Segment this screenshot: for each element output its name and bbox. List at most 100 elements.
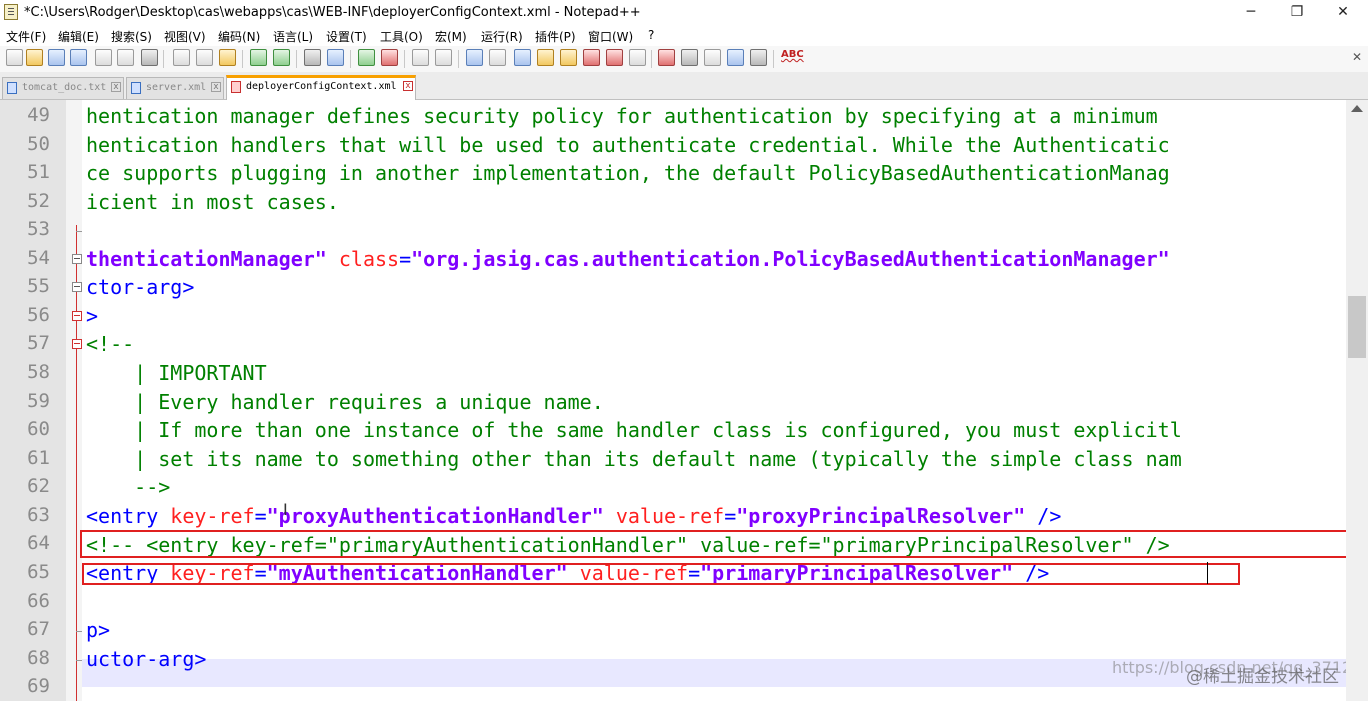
- doc-map-icon[interactable]: [560, 49, 577, 66]
- code-line-52: icient in most cases.: [86, 190, 339, 214]
- code-line-55: ctor-arg>: [86, 275, 195, 299]
- find-icon[interactable]: [304, 49, 321, 66]
- close-file-icon[interactable]: [95, 49, 112, 66]
- equals: =: [254, 504, 267, 528]
- undo-icon[interactable]: [250, 49, 267, 66]
- word-wrap-icon[interactable]: [466, 49, 483, 66]
- menu-encoding[interactable]: 编码(N): [218, 28, 260, 45]
- line-number: 49: [27, 104, 50, 126]
- attr-value: thenticationManager": [86, 247, 327, 271]
- replace-icon[interactable]: [327, 49, 344, 66]
- spell-check-icon[interactable]: ABC: [781, 49, 804, 60]
- function-list-icon[interactable]: [583, 49, 600, 66]
- code-line-61: | set its name to something other than i…: [86, 447, 1182, 471]
- tab-close-icon[interactable]: x: [211, 82, 221, 92]
- menu-edit[interactable]: 编辑(E): [58, 28, 99, 45]
- highlight-box-line-65: [82, 563, 1240, 585]
- run-macro-icon[interactable]: [727, 49, 744, 66]
- tab-server-xml[interactable]: server.xml x: [126, 77, 224, 99]
- line-number: 65: [27, 561, 50, 583]
- title-bar: *C:\Users\Rodger\Desktop\cas\webapps\cas…: [0, 0, 1368, 26]
- tab-label: deployerConfigContext.xml: [246, 81, 397, 92]
- line-number: 59: [27, 390, 50, 412]
- code-line-67: p>: [86, 618, 111, 642]
- toolbar-separator: [163, 50, 164, 68]
- toolbar-separator: [773, 50, 774, 68]
- attr-value: "org.jasig.cas.authentication.PolicyBase…: [411, 247, 1170, 271]
- toolbar-separator: [296, 50, 297, 68]
- line-number: 54: [27, 247, 50, 269]
- sync-vertical-icon[interactable]: [412, 49, 429, 66]
- menu-run[interactable]: 运行(R): [481, 28, 523, 45]
- indent-guide-icon[interactable]: [514, 49, 531, 66]
- tab-deployer-config-context[interactable]: deployerConfigContext.xml x: [226, 75, 416, 100]
- close-all-icon[interactable]: [117, 49, 134, 66]
- maximize-button[interactable]: ❐: [1274, 0, 1320, 26]
- close-window-button[interactable]: ✕: [1320, 0, 1366, 26]
- attr-value: "proxyAuthenticationHandler": [266, 504, 604, 528]
- unsaved-file-icon: [231, 81, 241, 93]
- show-all-chars-icon[interactable]: [489, 49, 506, 66]
- line-number: 50: [27, 133, 50, 155]
- scrollbar-thumb[interactable]: [1348, 296, 1366, 358]
- save-icon[interactable]: [48, 49, 65, 66]
- sync-horizontal-icon[interactable]: [435, 49, 452, 66]
- toolbar-separator: [350, 50, 351, 68]
- menu-macro[interactable]: 宏(M): [435, 28, 467, 45]
- menu-language[interactable]: 语言(L): [273, 28, 313, 45]
- fold-collapse-icon[interactable]: [72, 339, 82, 349]
- save-macro-icon[interactable]: [750, 49, 767, 66]
- copy-icon[interactable]: [196, 49, 213, 66]
- menu-tools[interactable]: 工具(O): [380, 28, 423, 45]
- tab-label: server.xml: [146, 82, 207, 93]
- zoom-in-icon[interactable]: [358, 49, 375, 66]
- fold-tick: [76, 660, 82, 661]
- code-editor[interactable]: 49 50 51 52 53 54 55 56 57 58 59 60 61 6…: [0, 100, 1346, 701]
- line-number: 62: [27, 475, 50, 497]
- fold-collapse-icon[interactable]: [72, 254, 82, 264]
- redo-icon[interactable]: [273, 49, 290, 66]
- vertical-scrollbar[interactable]: [1346, 100, 1368, 701]
- menu-search[interactable]: 搜索(S): [111, 28, 152, 45]
- fold-collapse-icon[interactable]: [72, 311, 82, 321]
- code-line-50: hentication handlers that will be used t…: [86, 133, 1170, 157]
- toolbar-close-icon[interactable]: ✕: [1352, 50, 1362, 64]
- menu-settings[interactable]: 设置(T): [326, 28, 367, 45]
- toolbar-separator: [242, 50, 243, 68]
- fold-tick: [76, 631, 82, 632]
- monitor-icon[interactable]: [629, 49, 646, 66]
- menu-view[interactable]: 视图(V): [164, 28, 206, 45]
- play-macro-icon[interactable]: [704, 49, 721, 66]
- cut-icon[interactable]: [173, 49, 190, 66]
- attr-name: value-ref: [603, 504, 725, 528]
- toolbar-separator: [458, 50, 459, 68]
- menu-help[interactable]: ?: [648, 28, 654, 42]
- user-lang-icon[interactable]: [537, 49, 554, 66]
- menu-file[interactable]: 文件(F): [6, 28, 46, 45]
- minimize-button[interactable]: ─: [1228, 0, 1274, 26]
- zoom-out-icon[interactable]: [381, 49, 398, 66]
- stop-record-icon[interactable]: [681, 49, 698, 66]
- menu-plugins[interactable]: 插件(P): [535, 28, 576, 45]
- line-number: 51: [27, 161, 50, 183]
- attr-value: "proxyPrincipalResolver": [736, 504, 1026, 528]
- tab-close-icon[interactable]: x: [403, 81, 413, 91]
- tab-close-icon[interactable]: x: [111, 82, 121, 92]
- fold-collapse-icon[interactable]: [72, 282, 82, 292]
- code-line-63: <entry key-ref="proxyAuthenticationHandl…: [86, 502, 1061, 530]
- save-all-icon[interactable]: [70, 49, 87, 66]
- menu-window[interactable]: 窗口(W): [588, 28, 633, 45]
- tag-close: />: [1025, 504, 1062, 528]
- folder-as-workspace-icon[interactable]: [606, 49, 623, 66]
- open-file-icon[interactable]: [26, 49, 43, 66]
- line-number: 60: [27, 418, 50, 440]
- tab-tomcat-doc[interactable]: tomcat_doc.txt x: [2, 77, 124, 99]
- code-line-68: uctor-arg>: [86, 647, 207, 671]
- new-file-icon[interactable]: [6, 49, 23, 66]
- scroll-up-icon[interactable]: [1351, 105, 1363, 112]
- paste-icon[interactable]: [219, 49, 236, 66]
- notepad-app-icon: [4, 4, 18, 20]
- record-macro-icon[interactable]: [658, 49, 675, 66]
- print-icon[interactable]: [141, 49, 158, 66]
- line-number: 64: [27, 532, 50, 554]
